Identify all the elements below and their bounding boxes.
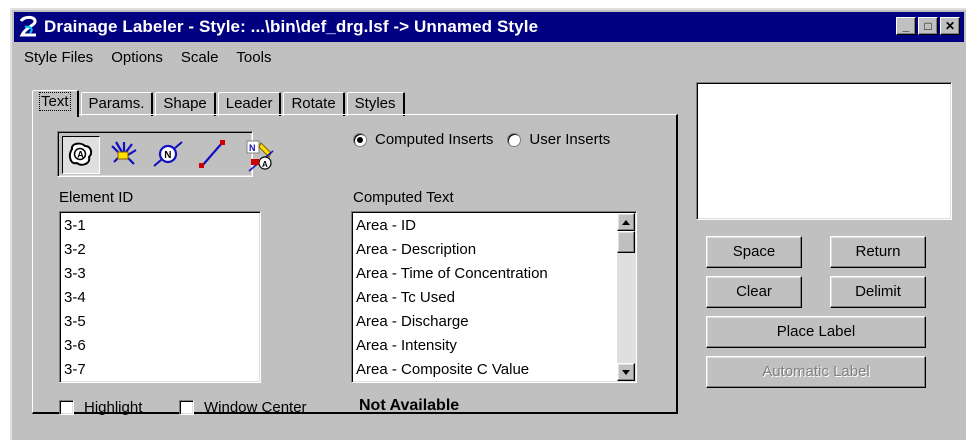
window-center-checkbox[interactable] [179, 400, 194, 415]
element-type-toolbar: A N [57, 131, 253, 177]
menu-style-files[interactable]: Style Files [24, 49, 93, 66]
svg-text:N: N [164, 150, 171, 161]
link-tool-icon [199, 140, 225, 168]
list-item[interactable]: 3-1 [60, 214, 260, 238]
tab-strip: Text Params. Shape Leader Rotate Styles [32, 90, 407, 117]
text-tab-panel: A N N A Computed Inserts User Inserts El… [32, 114, 678, 416]
list-item[interactable]: Area - Tc Used [352, 286, 616, 310]
menu-bar: Style Files Options Scale Tools [14, 44, 964, 70]
computed-inserts-label: Computed Inserts [375, 131, 494, 148]
inlet-tool-button[interactable] [106, 136, 144, 174]
scroll-up-icon [622, 220, 630, 225]
area-tool-icon: A [68, 142, 93, 166]
list-item[interactable]: 3-6 [60, 334, 260, 358]
space-button[interactable]: Space [706, 236, 802, 268]
element-tag-button[interactable]: N A [243, 137, 281, 175]
node-tool-button[interactable]: N [150, 136, 188, 174]
element-id-label: Element ID [59, 189, 134, 206]
close-icon: ✕ [944, 19, 956, 33]
menu-scale[interactable]: Scale [181, 49, 219, 66]
close-button[interactable]: ✕ [940, 17, 960, 35]
highlight-checkbox[interactable] [59, 400, 74, 415]
label-preview-box [696, 82, 952, 220]
tab-shape[interactable]: Shape [155, 92, 216, 116]
menu-tools[interactable]: Tools [236, 49, 271, 66]
user-inserts-radio[interactable] [507, 132, 522, 147]
list-item[interactable]: 3-5 [60, 310, 260, 334]
place-label-button[interactable]: Place Label [706, 316, 926, 348]
computed-text-list[interactable]: Area - ID Area - Description Area - Time… [351, 211, 637, 383]
tab-params[interactable]: Params. [80, 92, 154, 116]
user-inserts-label: User Inserts [529, 131, 611, 148]
tab-rotate[interactable]: Rotate [283, 92, 345, 116]
tab-styles[interactable]: Styles [346, 92, 405, 116]
clear-button[interactable]: Clear [706, 276, 802, 308]
scroll-down-icon [622, 370, 630, 375]
list-item[interactable]: Area - ID [352, 214, 616, 238]
list-item[interactable]: Area - Description [352, 238, 616, 262]
computed-text-label: Computed Text [353, 189, 454, 206]
list-item[interactable]: Area - Intensity [352, 334, 616, 358]
inserts-radio-group: Computed Inserts User Inserts [353, 131, 610, 148]
status-text: Not Available [359, 397, 460, 414]
automatic-label-button[interactable]: Automatic Label [706, 356, 926, 388]
minimize-button[interactable]: _ [896, 17, 916, 35]
computed-inserts-radio[interactable] [353, 132, 367, 147]
drainage-labeler-window: Drainage Labeler - Style: ...\bin\def_dr… [10, 8, 966, 440]
minimize-icon: _ [902, 19, 910, 33]
list-item[interactable]: Area - Discharge [352, 310, 616, 334]
inlet-tool-icon [111, 141, 137, 165]
delimit-button[interactable]: Delimit [830, 276, 926, 308]
tab-leader[interactable]: Leader [217, 92, 282, 116]
link-tool-button[interactable] [194, 136, 232, 174]
tab-text[interactable]: Text [32, 90, 79, 117]
app-logo-icon [16, 15, 40, 39]
scroll-up-button[interactable] [617, 213, 635, 231]
title-bar[interactable]: Drainage Labeler - Style: ...\bin\def_dr… [14, 12, 964, 42]
list-item[interactable]: Area - Time of Concentration [352, 262, 616, 286]
list-item[interactable]: 3-2 [60, 238, 260, 262]
element-id-list[interactable]: 3-1 3-2 3-3 3-4 3-5 3-6 3-7 [59, 211, 261, 383]
maximize-button[interactable]: □ [918, 17, 938, 35]
scroll-thumb[interactable] [617, 231, 635, 253]
computed-text-scrollbar[interactable] [617, 213, 635, 381]
maximize-icon: □ [924, 19, 932, 33]
menu-options[interactable]: Options [111, 49, 163, 66]
element-tag-icon: N A [246, 140, 274, 172]
svg-text:A: A [262, 160, 268, 169]
window-center-label: Window Center [204, 399, 307, 416]
return-button[interactable]: Return [830, 236, 926, 268]
window-title: Drainage Labeler - Style: ...\bin\def_dr… [44, 17, 539, 36]
svg-text:A: A [77, 150, 84, 160]
svg-text:N: N [249, 143, 256, 153]
window-center-option[interactable]: Window Center [179, 399, 307, 416]
list-item[interactable]: 3-3 [60, 262, 260, 286]
tab-text-label: Text [39, 92, 71, 111]
list-item[interactable]: Area - Composite C Value [352, 358, 616, 382]
highlight-option[interactable]: Highlight [59, 399, 142, 416]
node-tool-icon: N [153, 141, 183, 167]
highlight-label: Highlight [84, 399, 143, 416]
list-item[interactable]: 3-7 [60, 358, 260, 382]
scroll-down-button[interactable] [617, 363, 635, 381]
list-item[interactable]: 3-4 [60, 286, 260, 310]
area-tool-button[interactable]: A [62, 136, 100, 174]
